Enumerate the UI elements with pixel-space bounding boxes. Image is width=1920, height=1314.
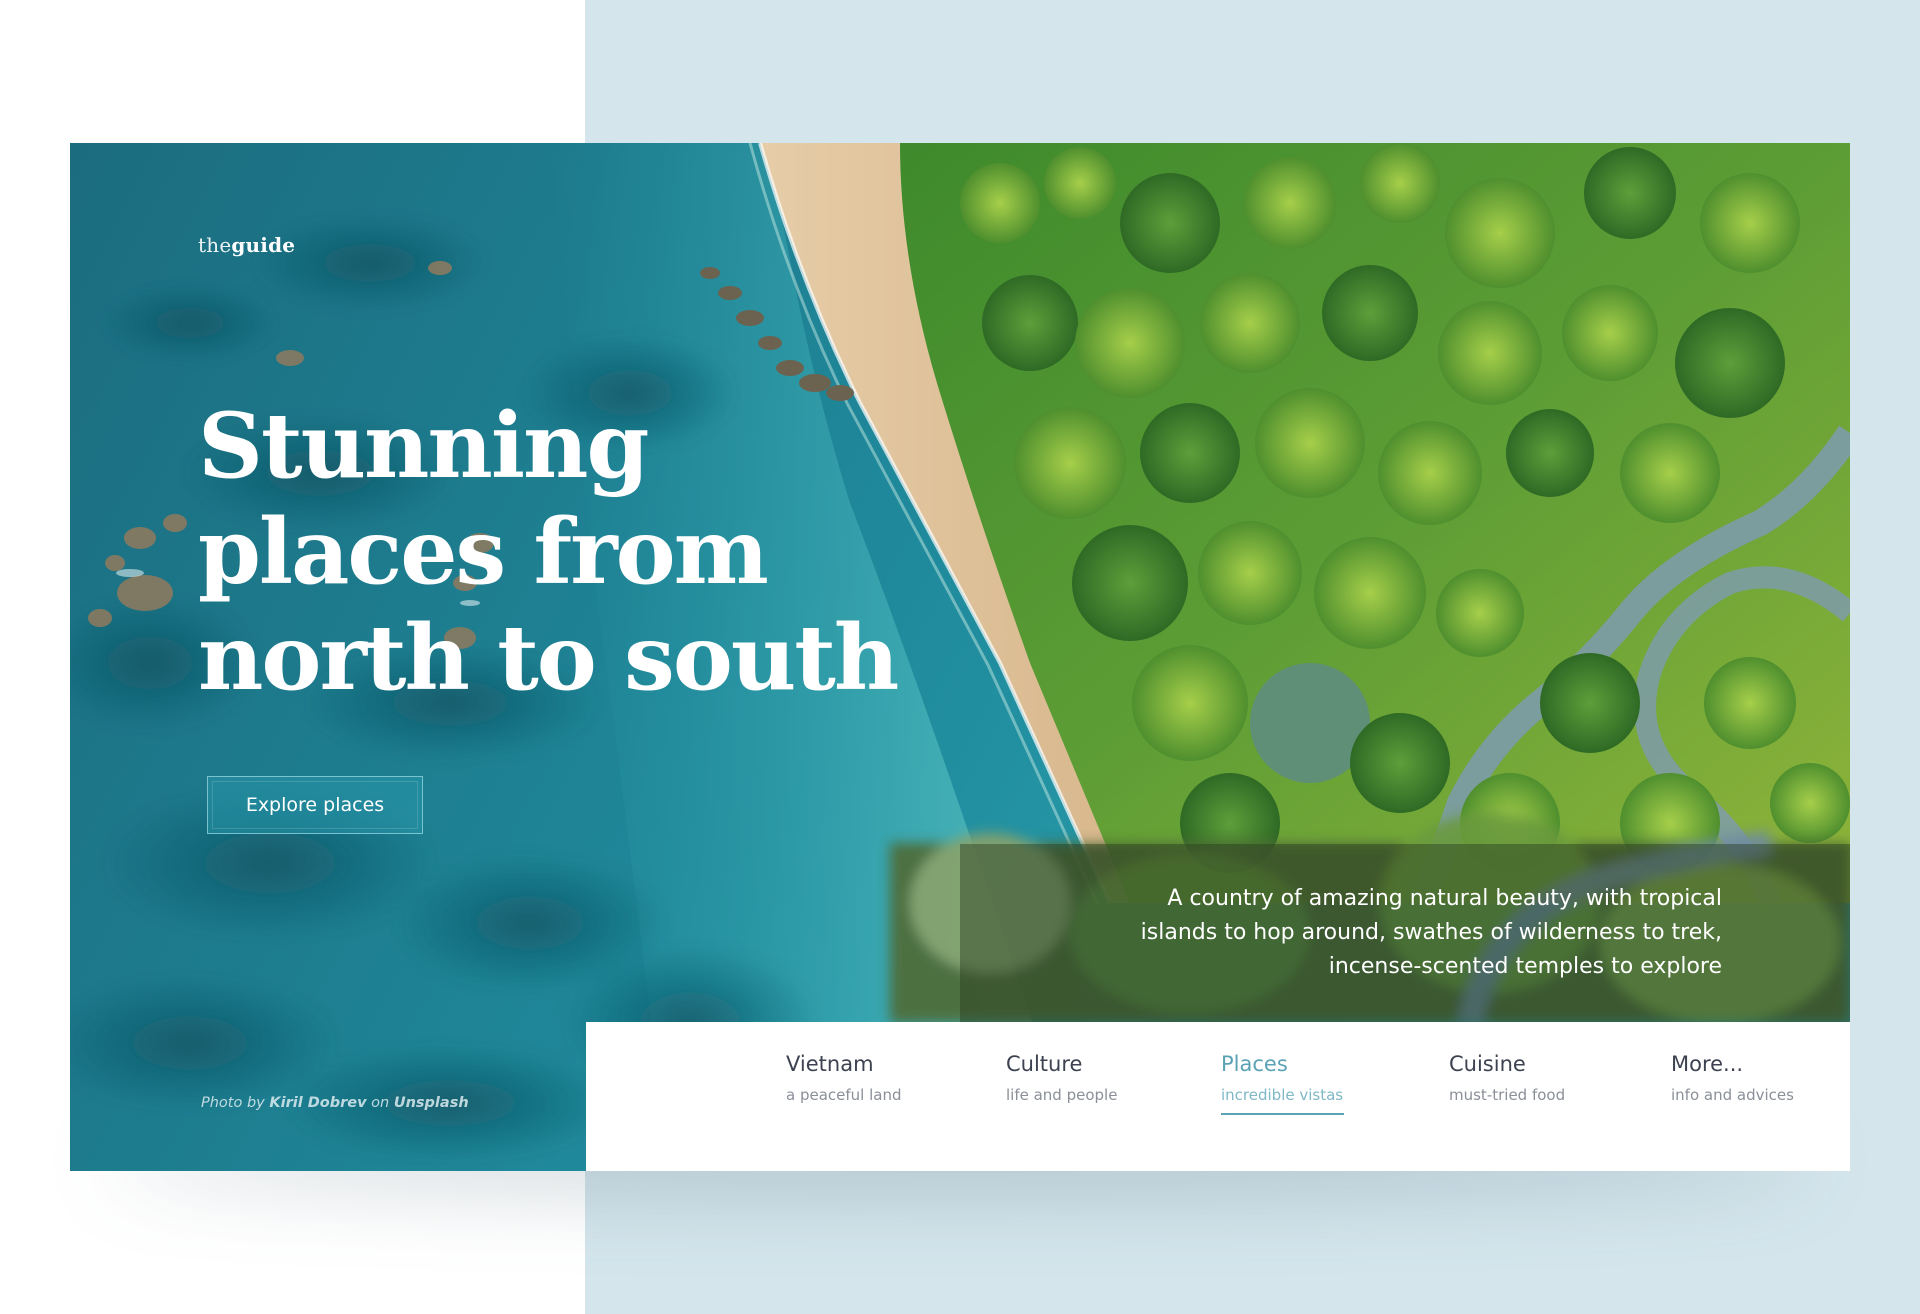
description-line-3: incense-scented temples to explore (1328, 954, 1722, 979)
nav-item-title: Cuisine (1449, 1052, 1526, 1076)
headline-line-3: north to south (198, 605, 899, 711)
logo-light-text: the (198, 233, 232, 257)
credit-author-link[interactable]: Kiril Dobrev (269, 1095, 366, 1111)
hero-banner: theguide Stunning places from north to s… (70, 143, 1850, 1171)
nav-item-cuisine[interactable]: Cuisine must-tried food (1449, 1052, 1565, 1104)
explore-places-button[interactable]: Explore places (207, 776, 423, 834)
description-line-1: A country of amazing natural beauty, wit… (1167, 886, 1722, 911)
headline-line-2: places from (198, 499, 769, 605)
nav-item-subtitle: incredible vistas (1221, 1086, 1344, 1104)
nav-item-subtitle: must-tried food (1449, 1086, 1566, 1104)
photo-credit: Photo by Kiril Dobrev on Unsplash (201, 1095, 469, 1111)
nav-item-vietnam[interactable]: Vietnam a peaceful land (786, 1052, 902, 1104)
nav-item-more[interactable]: More... info and advices (1671, 1052, 1794, 1104)
credit-source-link[interactable]: Unsplash (394, 1095, 469, 1111)
description-panel: A country of amazing natural beauty, wit… (960, 844, 1850, 1022)
description-text: A country of amazing natural beauty, wit… (1102, 882, 1722, 984)
credit-middle: on (371, 1095, 390, 1111)
logo-bold-text: guide (231, 233, 296, 257)
nav-item-subtitle: life and people (1006, 1086, 1118, 1104)
headline-line-1: Stunning (198, 393, 649, 499)
nav-item-title: Places (1221, 1052, 1288, 1076)
nav-item-title: More... (1671, 1052, 1744, 1076)
active-tab-indicator (1221, 1113, 1344, 1115)
nav-item-title: Culture (1006, 1052, 1083, 1076)
nav-item-culture[interactable]: Culture life and people (1006, 1052, 1117, 1104)
nav-item-places[interactable]: Places incredible vistas (1221, 1052, 1344, 1115)
site-logo[interactable]: theguide (198, 233, 295, 257)
nav-item-subtitle: a peaceful land (786, 1086, 902, 1104)
hero-headline: Stunning places from north to south (198, 393, 958, 711)
nav-item-subtitle: info and advices (1671, 1086, 1794, 1104)
section-nav: Vietnam a peaceful land Culture life and… (586, 1022, 1850, 1171)
nav-item-title: Vietnam (786, 1052, 874, 1076)
credit-prefix: Photo by (201, 1095, 265, 1111)
description-line-2: islands to hop around, swathes of wilder… (1140, 920, 1722, 945)
